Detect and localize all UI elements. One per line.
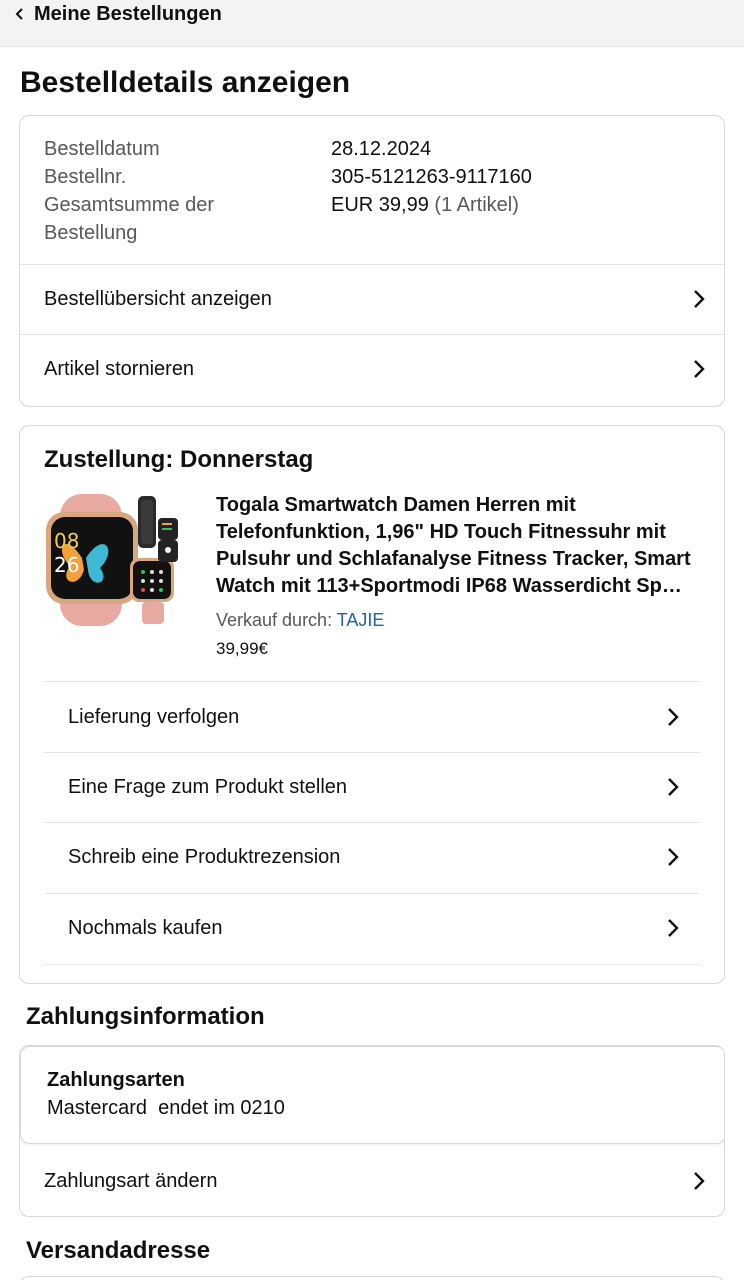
payment-section-title: Zahlungsinformation	[26, 1003, 265, 1030]
write-review-label: Schreib eine Produktrezension	[68, 845, 341, 868]
view-order-summary-label: Bestellübersicht anzeigen	[44, 287, 272, 310]
ask-question-row[interactable]: Eine Frage zum Produkt stellen	[44, 752, 700, 822]
chevron-right-icon	[668, 919, 679, 937]
delivery-card: Zustellung: Donnerstag 08 26 Togala Smar…	[19, 425, 725, 984]
cancel-items-row[interactable]: Artikel stornieren	[20, 334, 724, 404]
order-date-value: 28.12.2024	[331, 138, 432, 160]
order-summary: Bestelldatum 28.12.2024 Bestellnr. 305-5…	[20, 116, 724, 266]
chevron-right-icon	[668, 848, 679, 866]
order-number-label: Bestellnr.	[44, 166, 127, 188]
order-total-items: (1 Artikel)	[434, 194, 519, 216]
payment-card: Zahlungsarten Mastercard endet im 0210 Z…	[19, 1045, 725, 1217]
order-date-label: Bestelldatum	[44, 138, 160, 160]
ask-question-label: Eine Frage zum Produkt stellen	[68, 775, 348, 798]
order-total-label-2: Bestellung	[44, 222, 138, 244]
write-review-row[interactable]: Schreib eine Produktrezension	[44, 822, 700, 892]
seller-label: Verkauf durch:	[216, 610, 333, 630]
order-summary-card: Bestelldatum 28.12.2024 Bestellnr. 305-5…	[19, 115, 725, 407]
product-image[interactable]: 08 26	[42, 490, 182, 630]
product-price: 39,99€	[216, 639, 268, 658]
delivery-title: Zustellung: Donnerstag	[44, 446, 314, 473]
smartwatch-image: 08 26	[46, 494, 178, 626]
payment-methods-heading: Zahlungsarten	[47, 1069, 185, 1091]
cancel-items-label: Artikel stornieren	[44, 357, 195, 380]
back-link[interactable]: Meine Bestellungen	[14, 0, 222, 28]
product-title-text: Togala Smartwatch Damen Herren mit Telef…	[216, 494, 691, 597]
chevron-right-icon	[668, 708, 679, 726]
shipping-address-card	[19, 1276, 725, 1280]
top-bar: Meine Bestellungen	[0, 0, 744, 47]
shipping-section-title: Versandadresse	[26, 1237, 211, 1264]
divider	[44, 964, 700, 965]
chevron-left-icon	[15, 8, 23, 20]
view-order-summary-row[interactable]: Bestellübersicht anzeigen	[20, 264, 724, 334]
change-payment-label: Zahlungsart ändern	[44, 1169, 218, 1192]
order-total-value: EUR 39,99 (1 Artikel)	[331, 191, 519, 219]
seller-link[interactable]: TAJIE	[337, 610, 385, 630]
chevron-right-icon	[668, 778, 679, 796]
buy-again-label: Nochmals kaufen	[68, 916, 223, 939]
buy-again-row[interactable]: Nochmals kaufen	[44, 893, 700, 963]
chevron-right-icon	[694, 290, 705, 308]
order-number-value: 305-5121263-9117160	[331, 166, 532, 188]
order-total-label-1: Gesamtsumme der	[44, 194, 215, 216]
back-link-label: Meine Bestellungen	[34, 2, 222, 25]
payment-card-info: Mastercard endet im 0210	[47, 1097, 285, 1119]
page-title: Bestelldetails anzeigen	[20, 66, 351, 99]
track-delivery-label: Lieferung verfolgen	[68, 705, 240, 728]
payment-methods-box: Zahlungsarten Mastercard endet im 0210	[20, 1046, 724, 1144]
order-total-amount: EUR 39,99	[331, 194, 429, 216]
change-payment-row[interactable]: Zahlungsart ändern	[20, 1145, 724, 1216]
track-delivery-row[interactable]: Lieferung verfolgen	[44, 682, 700, 752]
seller-info: Verkauf durch: TAJIE	[216, 610, 384, 631]
product-title[interactable]: Togala Smartwatch Damen Herren mit Telef…	[216, 492, 706, 600]
watch-time-2: 26	[54, 553, 79, 577]
chevron-right-icon	[694, 1172, 705, 1190]
watch-time-1: 08	[54, 529, 79, 553]
chevron-right-icon	[694, 360, 705, 378]
